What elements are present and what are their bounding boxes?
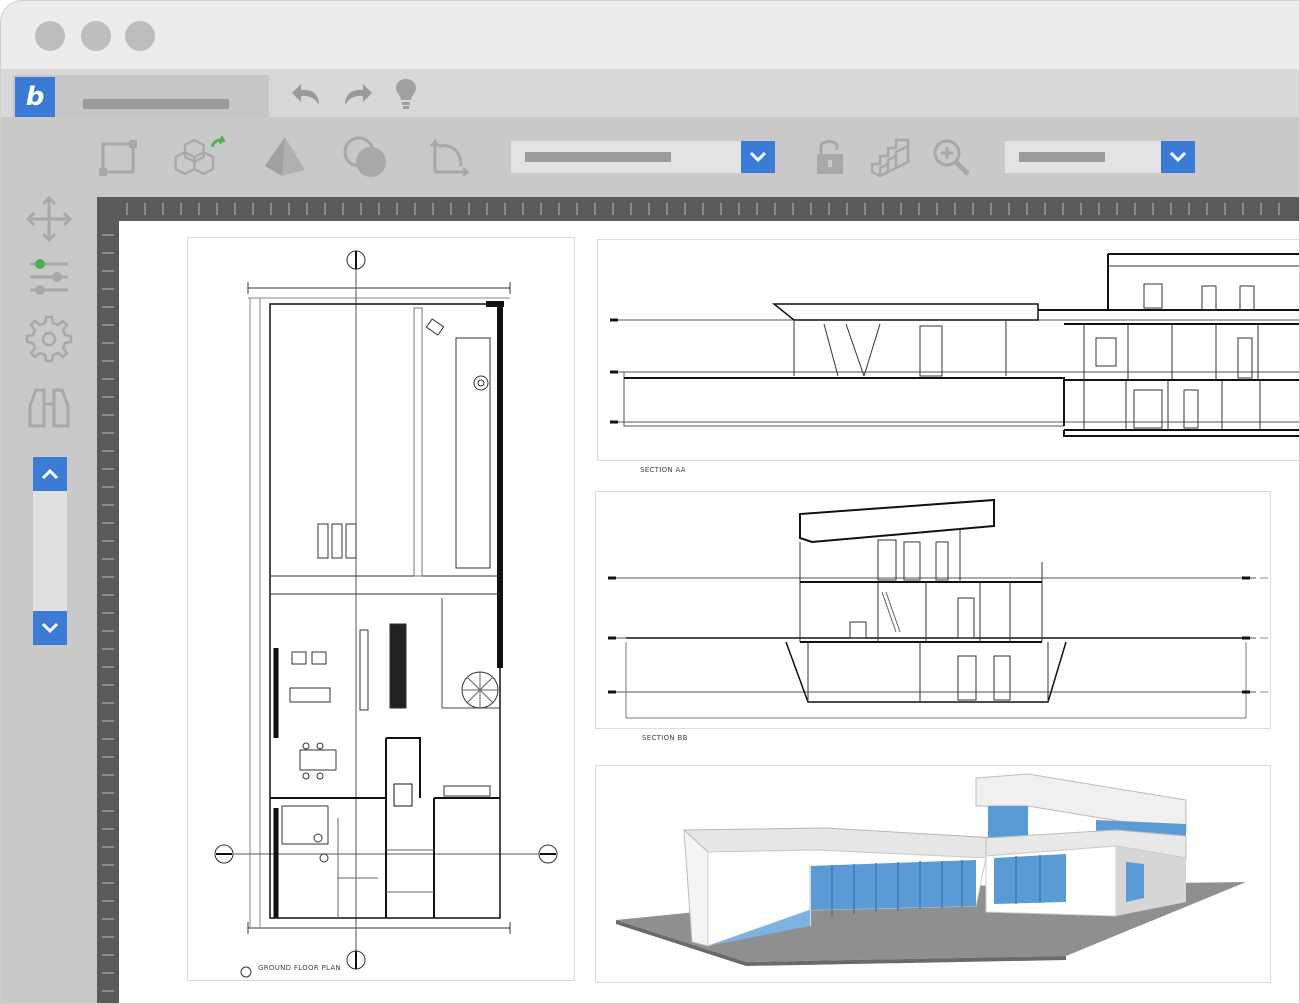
lightbulb-icon[interactable] xyxy=(391,75,421,113)
perspective-3d-viewport[interactable] xyxy=(595,765,1271,983)
lock-icon[interactable] xyxy=(801,131,857,183)
section-bb-viewport[interactable]: SECTION BB xyxy=(595,491,1271,742)
close-window-button[interactable] xyxy=(35,21,65,51)
floor-plan-viewport[interactable]: GROUND FLOOR PLAN xyxy=(187,237,575,981)
chevron-down-icon[interactable] xyxy=(1161,141,1195,173)
section-aa-title-label: SECTION AA xyxy=(640,466,686,474)
view-select[interactable] xyxy=(1005,141,1195,173)
app-logo-icon[interactable]: b xyxy=(15,77,55,117)
layer-select[interactable] xyxy=(511,141,775,173)
view-select-value xyxy=(1019,152,1105,162)
chevron-up-icon[interactable] xyxy=(33,457,67,491)
section-aa-viewport[interactable]: SECTION AA xyxy=(597,239,1299,479)
app-window: b GROUND FLOOR PLAN SECTION AA SECTION B… xyxy=(0,0,1300,1004)
tab-title xyxy=(83,99,229,109)
zoom-in-icon[interactable] xyxy=(923,131,979,183)
section-bb-drawing xyxy=(608,498,1268,719)
sliders-icon[interactable] xyxy=(23,251,75,303)
union-shapes-icon[interactable] xyxy=(339,131,395,183)
gear-icon[interactable] xyxy=(23,313,75,365)
undo-icon[interactable] xyxy=(289,77,329,113)
minimize-window-button[interactable] xyxy=(81,21,111,51)
rotate-3d-icon[interactable] xyxy=(421,131,477,183)
floor-plan-drawing xyxy=(214,250,558,978)
chevron-down-icon[interactable] xyxy=(33,611,67,645)
pyramid-icon[interactable] xyxy=(257,131,313,183)
app-logo-glyph: b xyxy=(25,82,45,112)
left-sidebar xyxy=(1,195,97,1003)
rectangle-tool-icon[interactable] xyxy=(91,131,147,183)
building-3d-render xyxy=(616,773,1246,966)
drawing-canvas[interactable]: GROUND FLOOR PLAN SECTION AA SECTION BB xyxy=(119,221,1299,1003)
plan-title-label: GROUND FLOOR PLAN xyxy=(258,964,341,972)
section-bb-title-label: SECTION BB xyxy=(642,734,688,742)
tab-bar: b xyxy=(1,69,1299,117)
move-icon[interactable] xyxy=(23,193,75,245)
vertical-scrollbar[interactable] xyxy=(33,457,67,645)
chevron-down-icon[interactable] xyxy=(741,141,775,173)
title-bar xyxy=(1,1,1299,69)
blocks-export-icon[interactable] xyxy=(171,131,227,183)
maximize-window-button[interactable] xyxy=(125,21,155,51)
layer-select-value xyxy=(525,152,671,162)
stairs-icon[interactable] xyxy=(863,131,919,183)
section-aa-drawing xyxy=(610,253,1299,479)
vertical-ruler xyxy=(97,221,119,1003)
redo-icon[interactable] xyxy=(335,77,375,113)
horizontal-ruler xyxy=(97,197,1299,221)
binoculars-icon[interactable] xyxy=(23,381,75,433)
